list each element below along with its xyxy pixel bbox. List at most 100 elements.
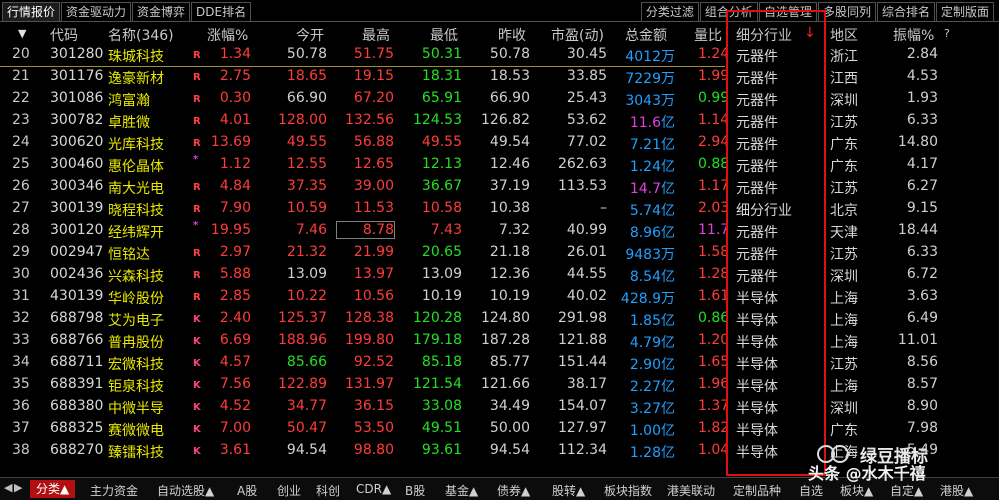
table-row[interactable]: 20 301280 珠城科技 R 1.34 50.78 51.75 50.31 50.78 30.… bbox=[0, 44, 999, 66]
total-amount: 7.21亿 bbox=[630, 134, 675, 154]
change-pct: 6.69 bbox=[219, 332, 251, 348]
volume-ratio: 1.14 bbox=[698, 112, 726, 128]
table-row[interactable]: 23 300782 卓胜微 R 4.01 128.00 132.56 124.53 126.82… bbox=[0, 110, 999, 132]
bottom-tab-sector[interactable]: 板块▲ bbox=[840, 482, 873, 499]
bottom-tab-star[interactable]: 科创 bbox=[316, 482, 340, 499]
tab-overall-rank[interactable]: 综合排名 bbox=[876, 2, 935, 22]
pe-ratio: 291.98 bbox=[558, 310, 607, 326]
col-name[interactable]: 名称(346) bbox=[108, 25, 174, 45]
table-row[interactable]: 32 688798 艾为电子 K 2.40 125.37 128.38 120.28 124.8… bbox=[0, 308, 999, 330]
high-price: 98.80 bbox=[353, 442, 394, 458]
tab-capital-drive[interactable]: 资金驱动力 bbox=[61, 2, 132, 22]
table-header: ▼ 代码 名称(346) 涨幅% 今开 最高 最低 昨收 市盈(动) 总金额 量… bbox=[0, 22, 999, 44]
amplitude: 2.84 bbox=[906, 46, 938, 62]
amount-value: 3043 bbox=[625, 93, 661, 109]
stock-flag-badge: * bbox=[193, 220, 199, 231]
nav-triangle-right-icon[interactable]: ▶ bbox=[14, 481, 22, 494]
tab-custom-layout[interactable]: 定制版面 bbox=[935, 2, 994, 22]
bottom-tab-custom[interactable]: 自定▲ bbox=[890, 482, 923, 499]
amplitude: 6.72 bbox=[906, 266, 938, 282]
volume-ratio: 11.79 bbox=[698, 222, 726, 238]
table-row[interactable]: 27 300139 晓程科技 R 7.90 10.59 11.53 10.58 10.38 – 5.… bbox=[0, 198, 999, 220]
table-row[interactable]: 26 300346 南大光电 R 4.84 37.35 39.00 36.67 37.19 113… bbox=[0, 176, 999, 198]
tab-multi-stock[interactable]: 多股同列 bbox=[817, 2, 876, 22]
table-row[interactable]: 37 688325 赛微微电 K 7.00 50.47 53.50 49.51 50.00 127… bbox=[0, 418, 999, 440]
table-row[interactable]: 34 688711 宏微科技 K 4.57 85.66 92.52 85.18 85.77 151… bbox=[0, 352, 999, 374]
stock-flag-badge: R bbox=[193, 292, 201, 303]
col-amplitude[interactable]: 振幅% bbox=[893, 25, 934, 45]
tab-dde-rank[interactable]: DDE排名 bbox=[191, 2, 252, 22]
table-row[interactable]: 22 301086 鸿富瀚 R 0.30 66.90 67.20 65.91 66.90 25.4… bbox=[0, 88, 999, 110]
stock-name: 珠城科技 bbox=[108, 49, 164, 65]
bottom-tab-b-share[interactable]: B股 bbox=[405, 482, 425, 499]
bottom-tab-fund[interactable]: 基金▲ bbox=[445, 482, 478, 499]
tab-quotes[interactable]: 行情报价 bbox=[2, 2, 61, 22]
row-index: 34 bbox=[12, 354, 30, 370]
amplitude: 6.33 bbox=[906, 244, 938, 260]
table-row[interactable]: 29 002947 恒铭达 R 2.97 21.32 21.99 20.65 21.18 26.0… bbox=[0, 242, 999, 264]
high-price: 8.78 bbox=[335, 221, 396, 239]
col-amount[interactable]: 总金额 bbox=[625, 25, 667, 45]
table-row[interactable]: 36 688380 中微半导 K 4.52 34.77 36.15 33.08 34.49 154… bbox=[0, 396, 999, 418]
bottom-tab-hk[interactable]: 港股▲ bbox=[940, 482, 973, 499]
table-row[interactable]: 21 301176 逸豪新材 R 2.75 18.65 19.15 18.31 18.53 33.… bbox=[0, 66, 999, 88]
col-pe[interactable]: 市盈(动) bbox=[551, 25, 604, 45]
bottom-tab-auto-pick[interactable]: 自动选股▲ bbox=[157, 482, 214, 499]
volume-ratio: 1.17 bbox=[698, 178, 726, 194]
table-row[interactable]: 25 300460 惠伦晶体 * 1.12 12.55 12.65 12.13 12.46 262… bbox=[0, 154, 999, 176]
bottom-tab-watchlist[interactable]: 自选 bbox=[799, 482, 823, 499]
watermark-author: 头条 @水木千禧 bbox=[808, 464, 926, 483]
bottom-tab-category[interactable]: 分类▲ bbox=[30, 480, 76, 498]
row-index: 27 bbox=[12, 200, 30, 216]
stock-code: 688798 bbox=[50, 310, 104, 326]
bottom-tab-custom-variety[interactable]: 定制品种 bbox=[733, 482, 781, 499]
amount-unit: 亿 bbox=[661, 401, 675, 417]
amount-value: 4.79 bbox=[629, 335, 661, 351]
watermark: 绿豆播标 头条 @水木千禧 bbox=[808, 440, 998, 483]
bottom-tab-neeq[interactable]: 股转▲ bbox=[552, 482, 585, 499]
col-volume-ratio[interactable]: 量比 bbox=[694, 25, 722, 45]
volume-ratio: 1.61 bbox=[698, 288, 726, 304]
col-prev-close[interactable]: 昨收 bbox=[498, 25, 526, 45]
bottom-tab-chinext[interactable]: 创业 bbox=[277, 482, 301, 499]
table-row[interactable]: 30 002436 兴森科技 R 5.88 13.09 13.97 13.09 12.36 44.… bbox=[0, 264, 999, 286]
table-row[interactable]: 28 300120 经纬辉开 * 19.95 7.46 8.78 7.43 7.32 40.99 8… bbox=[0, 220, 999, 242]
stock-flag-badge: R bbox=[193, 94, 201, 105]
tab-category-filter[interactable]: 分类过滤 bbox=[640, 2, 699, 22]
bottom-tab-main-capital[interactable]: 主力资金 bbox=[90, 482, 138, 499]
pe-ratio: 127.97 bbox=[558, 420, 607, 436]
row-index: 20 bbox=[12, 46, 30, 62]
high-price: 11.53 bbox=[353, 200, 394, 216]
col-code[interactable]: 代码 bbox=[50, 25, 78, 45]
col-low[interactable]: 最低 bbox=[430, 25, 458, 45]
nav-triangle-icon[interactable]: ◀ bbox=[4, 481, 12, 494]
bottom-tab-a-share[interactable]: A股 bbox=[237, 482, 257, 499]
table-row[interactable]: 31 430139 华岭股份 R 2.85 10.22 10.56 10.19 10.19 40.… bbox=[0, 286, 999, 308]
col-change-pct[interactable]: 涨幅% bbox=[207, 25, 248, 45]
col-high[interactable]: 最高 bbox=[362, 25, 390, 45]
low-price: 33.08 bbox=[421, 398, 462, 414]
table-row[interactable]: 24 300620 光库科技 R 13.69 49.55 56.88 49.55 49.54 77… bbox=[0, 132, 999, 154]
bottom-tab-bond[interactable]: 债券▲ bbox=[497, 482, 530, 499]
amount-value: 4012 bbox=[625, 49, 661, 65]
change-pct: 4.01 bbox=[219, 112, 251, 128]
tab-capital-game[interactable]: 资金博弈 bbox=[132, 2, 191, 22]
amplitude: 4.53 bbox=[906, 68, 938, 84]
col-region[interactable]: 地区 bbox=[830, 25, 858, 45]
help-icon[interactable]: ? bbox=[944, 27, 950, 40]
row-index: 21 bbox=[12, 68, 30, 84]
bottom-tab-cdr[interactable]: CDR▲ bbox=[356, 482, 391, 496]
pe-ratio: 77.02 bbox=[566, 134, 607, 150]
table-row[interactable]: 33 688766 普冉股份 K 6.69 188.96 199.80 179.18 187.2… bbox=[0, 330, 999, 352]
bottom-tab-hk-us-link[interactable]: 港美联动 bbox=[667, 482, 715, 499]
sort-icon[interactable]: ▼ bbox=[18, 27, 26, 40]
bottom-tab-sector-index[interactable]: 板块指数 bbox=[604, 482, 652, 499]
high-price: 199.80 bbox=[345, 332, 394, 348]
open-price: 50.78 bbox=[286, 46, 327, 62]
open-price: 50.47 bbox=[286, 420, 327, 436]
high-price: 67.20 bbox=[353, 90, 394, 106]
table-row[interactable]: 35 688391 钜泉科技 K 7.56 122.89 131.97 121.54 121.6… bbox=[0, 374, 999, 396]
col-open[interactable]: 今开 bbox=[296, 25, 324, 45]
stock-name: 经纬辉开 bbox=[108, 225, 164, 241]
region: 上海 bbox=[830, 313, 858, 329]
